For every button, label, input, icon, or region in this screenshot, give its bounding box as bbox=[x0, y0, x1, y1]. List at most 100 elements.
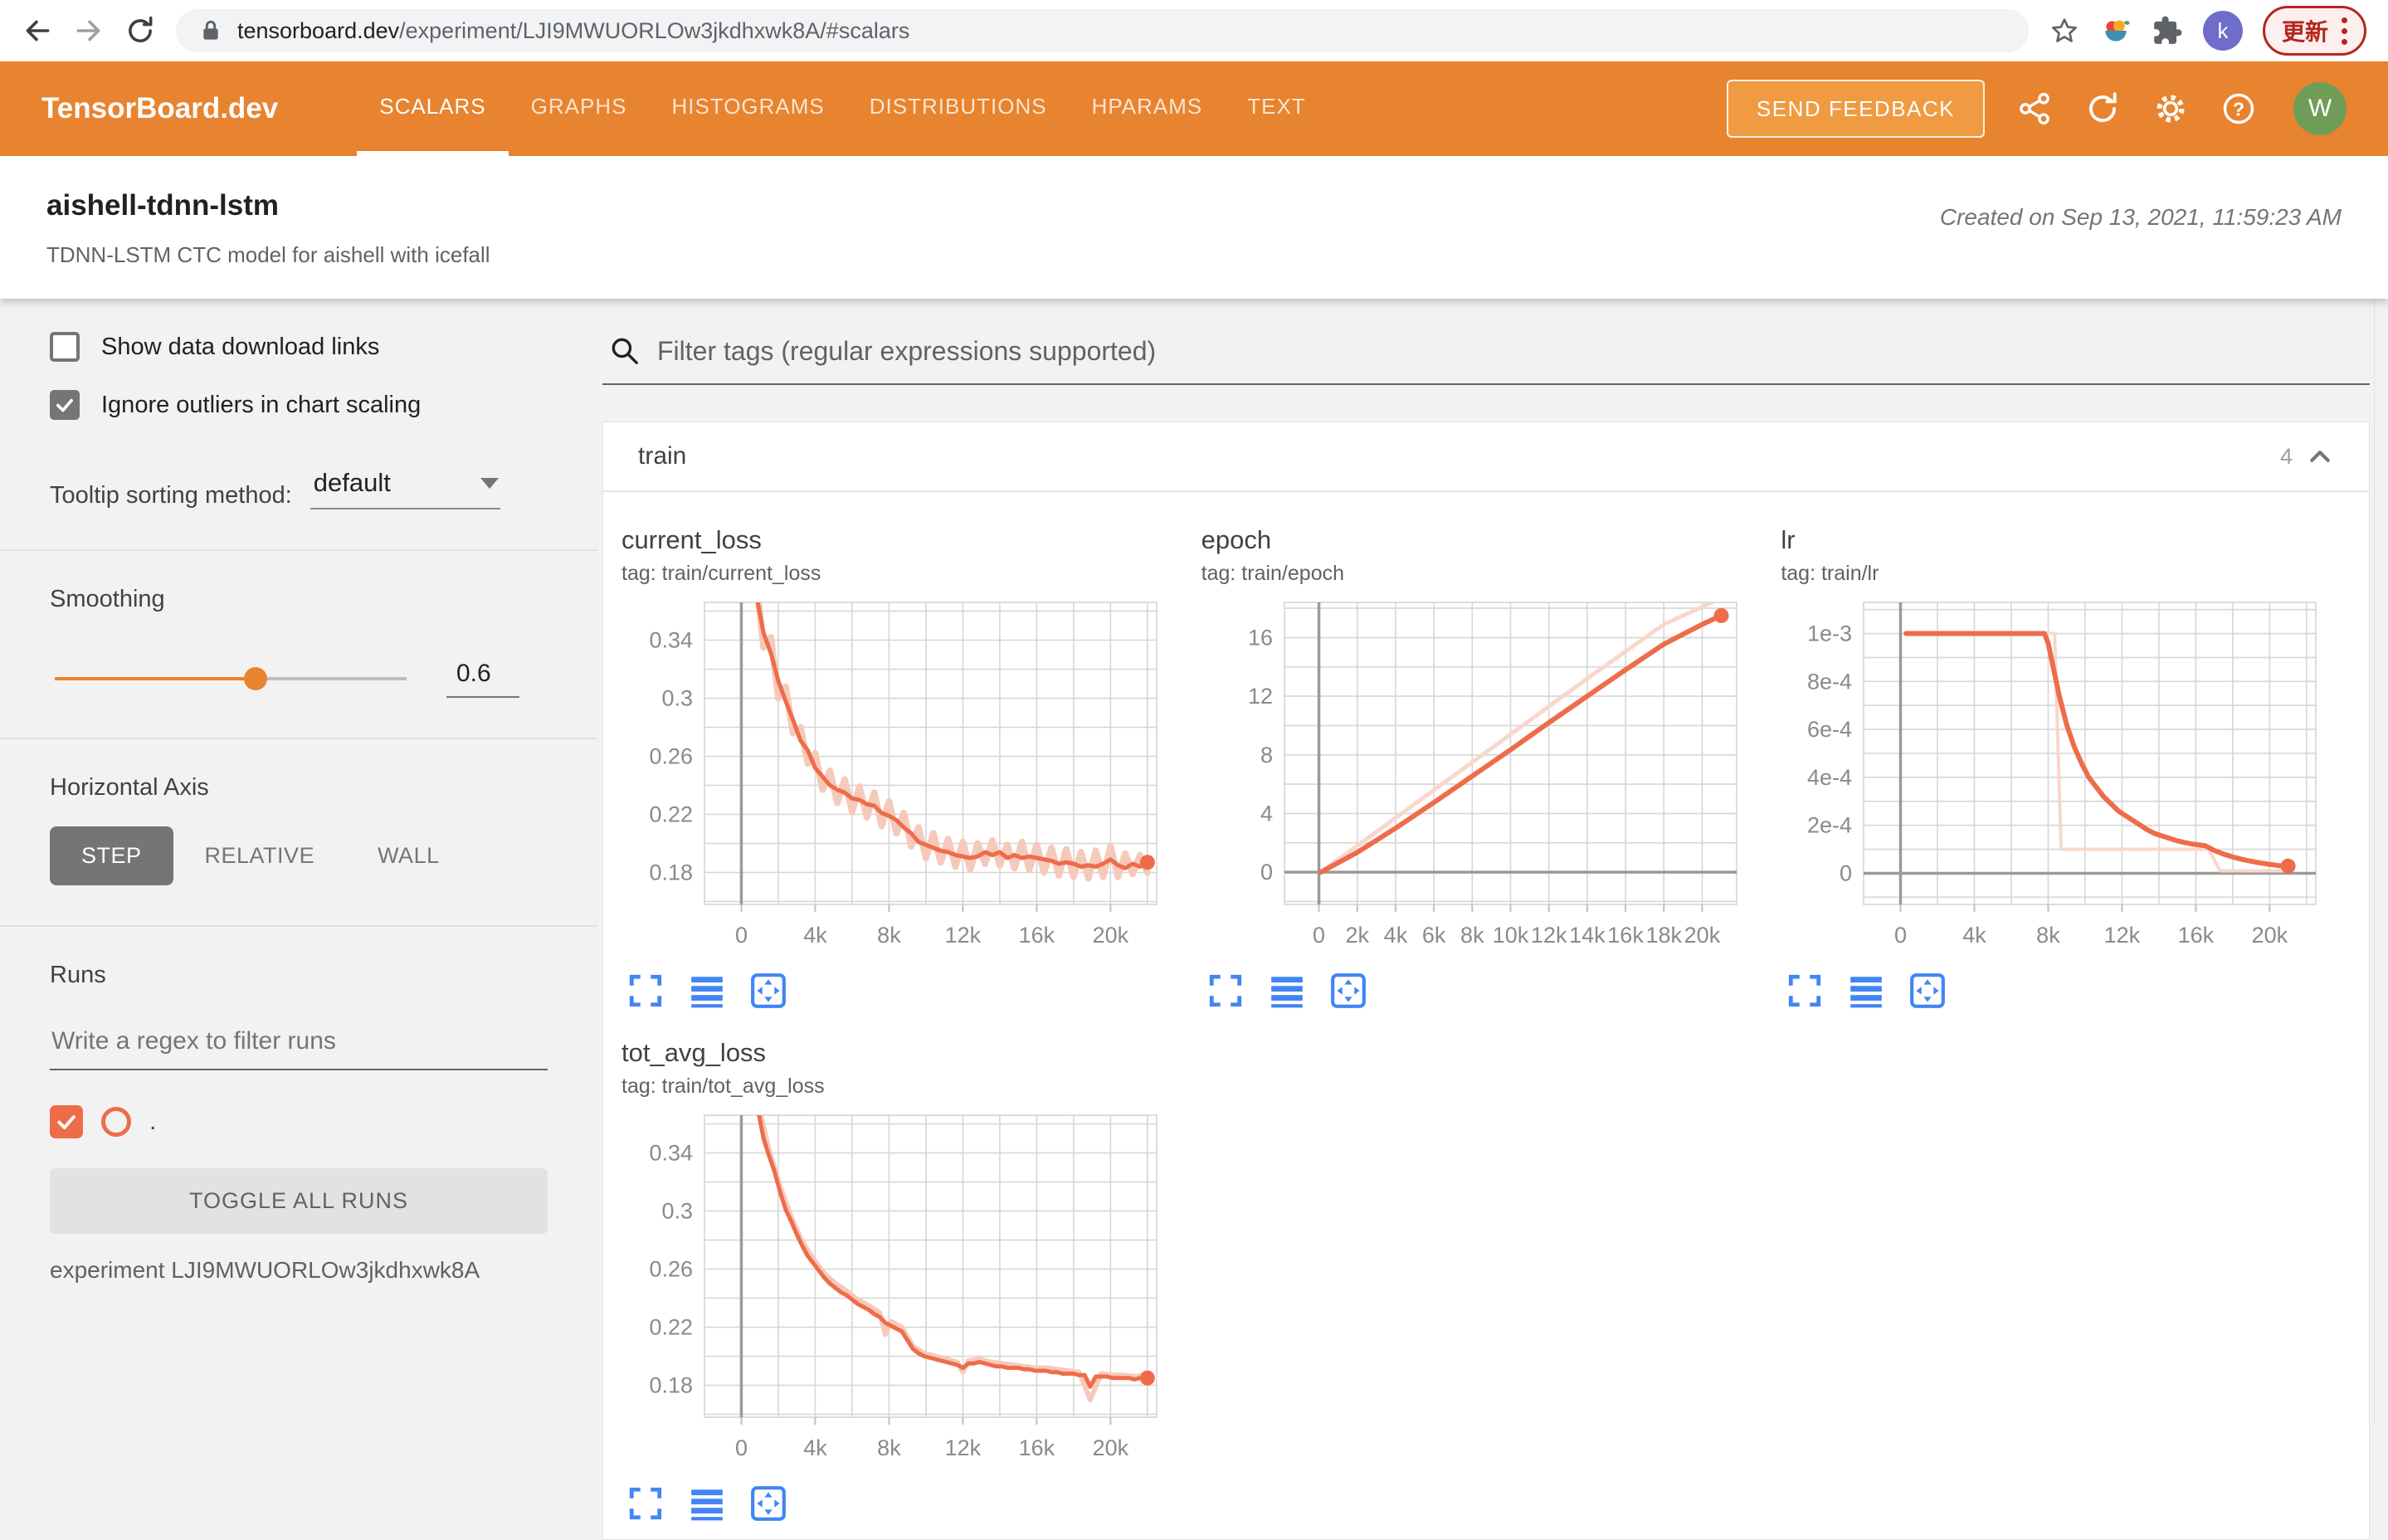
tab-distributions[interactable]: DISTRIBUTIONS bbox=[847, 61, 1070, 156]
smoothing-value[interactable]: 0.6 bbox=[446, 660, 519, 698]
chart-tag: tag: train/current_loss bbox=[621, 562, 821, 585]
tab-text[interactable]: TEXT bbox=[1225, 61, 1328, 156]
send-feedback-button[interactable]: SEND FEEDBACK bbox=[1726, 80, 1985, 138]
tensorboard-logo[interactable]: TensorBoard.dev bbox=[41, 61, 278, 156]
svg-text:0: 0 bbox=[735, 1435, 748, 1460]
check-icon bbox=[57, 1115, 76, 1129]
chart-title: epoch bbox=[1201, 525, 1272, 554]
chart-tag: tag: train/epoch bbox=[1201, 562, 1344, 585]
svg-text:0: 0 bbox=[735, 923, 748, 948]
svg-text:20k: 20k bbox=[1684, 923, 1720, 948]
content-area: Show data download links Ignore outliers… bbox=[0, 299, 2388, 1540]
svg-text:2k: 2k bbox=[1345, 923, 1369, 948]
fit-domain-icon[interactable] bbox=[1329, 972, 1367, 1010]
tooltip-sorting-select[interactable]: default bbox=[309, 468, 500, 509]
lock-icon bbox=[203, 20, 218, 40]
train-section-header[interactable]: train 4 bbox=[603, 422, 2369, 492]
svg-text:8e-4: 8e-4 bbox=[1807, 669, 1852, 694]
svg-text:16k: 16k bbox=[1019, 923, 1055, 948]
bookmark-star-icon[interactable] bbox=[2049, 15, 2080, 46]
svg-text:12: 12 bbox=[1248, 684, 1273, 709]
menu-dots-icon bbox=[2342, 17, 2347, 45]
chart-plot-lr[interactable]: 0 4k 8k 12k 16k 20k 0 2e-4 4e-4 6e-4 8e-4 1e-3 bbox=[1781, 594, 2328, 964]
experiment-created-date: Created on Sep 13, 2021, 11:59:23 AM bbox=[1939, 204, 2342, 230]
tooltip-sorting-label: Tooltip sorting method: bbox=[50, 482, 292, 509]
scrollbar[interactable] bbox=[2374, 299, 2388, 1422]
axis-relative-button[interactable]: RELATIVE bbox=[173, 826, 347, 885]
run-color-swatch bbox=[101, 1107, 131, 1137]
svg-text:12k: 12k bbox=[2104, 923, 2141, 948]
fit-domain-icon[interactable] bbox=[749, 1484, 787, 1523]
back-icon[interactable] bbox=[22, 15, 53, 46]
show-download-links-row[interactable]: Show data download links bbox=[50, 332, 548, 362]
fit-domain-icon[interactable] bbox=[749, 972, 787, 1010]
chart-plot-tot_avg_loss[interactable]: 0 4k 8k 12k 16k 20k 0.18 0.22 0.26 0.3 0.34 bbox=[621, 1107, 1169, 1477]
help-icon[interactable]: ? bbox=[2220, 90, 2257, 127]
forward-icon[interactable] bbox=[73, 15, 105, 46]
extensions-puzzle-icon[interactable] bbox=[2152, 15, 2183, 46]
reload-icon[interactable] bbox=[124, 15, 156, 46]
svg-text:4: 4 bbox=[1260, 801, 1273, 826]
svg-text:20k: 20k bbox=[1093, 923, 1129, 948]
user-avatar[interactable]: W bbox=[2293, 82, 2347, 135]
horizontal-axis-label: Horizontal Axis bbox=[50, 774, 209, 801]
toggle-all-runs-button[interactable]: TOGGLE ALL RUNS bbox=[50, 1168, 548, 1234]
svg-text:4k: 4k bbox=[1383, 923, 1407, 948]
header-actions: SEND FEEDBACK ? W bbox=[1726, 61, 2347, 156]
section-chart-count: 4 bbox=[2279, 443, 2293, 469]
tab-hparams[interactable]: HPARAMS bbox=[1070, 61, 1226, 156]
browser-profile-avatar[interactable]: k bbox=[2202, 11, 2243, 51]
svg-text:8: 8 bbox=[1260, 743, 1273, 768]
experiment-id-line: experiment LJI9MWUORLOw3jkdhxwk8A bbox=[50, 1257, 480, 1283]
ignore-outliers-row[interactable]: Ignore outliers in chart scaling bbox=[50, 390, 548, 420]
chrome-update-menu[interactable]: 更新 bbox=[2262, 6, 2366, 56]
extension-bowl-icon[interactable] bbox=[2100, 15, 2132, 46]
chart-plot-epoch[interactable]: 0 2k 4k 6k 8k 10k 12k 14k 16k 18k 20k 0 4 8 12 16 bbox=[1201, 594, 1749, 964]
run-checkbox[interactable] bbox=[50, 1105, 83, 1138]
svg-text:0.18: 0.18 bbox=[649, 1373, 693, 1398]
smoothing-slider[interactable] bbox=[55, 667, 407, 690]
settings-gear-icon[interactable] bbox=[2152, 90, 2189, 127]
chart-plot-current_loss[interactable]: 0 4k 8k 12k 16k 20k 0.18 0.22 0.26 0.3 0.34 bbox=[621, 594, 1169, 964]
tag-filter-bar[interactable]: Filter tags (regular expressions support… bbox=[602, 324, 2370, 385]
sidebar-divider bbox=[0, 738, 597, 739]
tab-graphs[interactable]: GRAPHS bbox=[509, 61, 650, 156]
toggle-y-axis-icon[interactable] bbox=[1847, 972, 1885, 1010]
show-download-links-checkbox[interactable] bbox=[50, 332, 80, 362]
svg-text:8k: 8k bbox=[1460, 923, 1484, 948]
axis-wall-button[interactable]: WALL bbox=[346, 826, 471, 885]
ignore-outliers-checkbox[interactable] bbox=[50, 390, 80, 420]
svg-text:14k: 14k bbox=[1569, 923, 1606, 948]
dashboard-main: Filter tags (regular expressions support… bbox=[597, 299, 2388, 1540]
expand-chart-icon[interactable] bbox=[626, 1484, 665, 1523]
tab-scalars[interactable]: SCALARS bbox=[357, 61, 509, 156]
expand-chart-icon[interactable] bbox=[1206, 972, 1245, 1010]
fit-domain-icon[interactable] bbox=[1908, 972, 1947, 1010]
url-text: tensorboard.dev/experiment/LJI9MWUORLOw3… bbox=[237, 18, 909, 44]
tab-histograms[interactable]: HISTOGRAMS bbox=[649, 61, 846, 156]
runs-filter-input[interactable]: Write a regex to filter runs bbox=[50, 1027, 548, 1070]
scalar-chart-tot_avg_loss: tot_avg_loss tag: train/tot_avg_loss 0 4k 8k… bbox=[621, 1038, 1194, 1523]
expand-chart-icon[interactable] bbox=[1786, 972, 1824, 1010]
axis-step-button[interactable]: STEP bbox=[50, 826, 173, 885]
address-bar[interactable]: tensorboard.dev/experiment/LJI9MWUORLOw3… bbox=[176, 9, 2029, 52]
sidebar-divider bbox=[0, 925, 597, 927]
browser-actions: k 更新 bbox=[2049, 6, 2366, 56]
toggle-y-axis-icon[interactable] bbox=[688, 1484, 726, 1523]
chart-tag: tag: train/tot_avg_loss bbox=[621, 1075, 825, 1098]
svg-text:0: 0 bbox=[1313, 923, 1325, 948]
smoothing-slider-thumb[interactable] bbox=[243, 667, 267, 690]
expand-chart-icon[interactable] bbox=[626, 972, 665, 1010]
toggle-y-axis-icon[interactable] bbox=[1268, 972, 1306, 1010]
run-row[interactable]: . bbox=[50, 1105, 548, 1138]
toggle-y-axis-icon[interactable] bbox=[688, 972, 726, 1010]
top-nav: SCALARS GRAPHS HISTOGRAMS DISTRIBUTIONS … bbox=[357, 61, 1328, 156]
refresh-icon[interactable] bbox=[2084, 90, 2121, 127]
chevron-up-icon[interactable] bbox=[2306, 442, 2334, 470]
scalar-chart-epoch: epoch tag: train/epoch 0 2k 4k 6k 8k 10k 12k 14k 1… bbox=[1201, 525, 1774, 1010]
share-icon[interactable] bbox=[2016, 90, 2053, 127]
chart-toolbar bbox=[1201, 972, 1774, 1010]
svg-text:0.34: 0.34 bbox=[649, 628, 693, 653]
svg-text:20k: 20k bbox=[1093, 1435, 1129, 1460]
smoothing-slider-fill bbox=[55, 677, 256, 680]
